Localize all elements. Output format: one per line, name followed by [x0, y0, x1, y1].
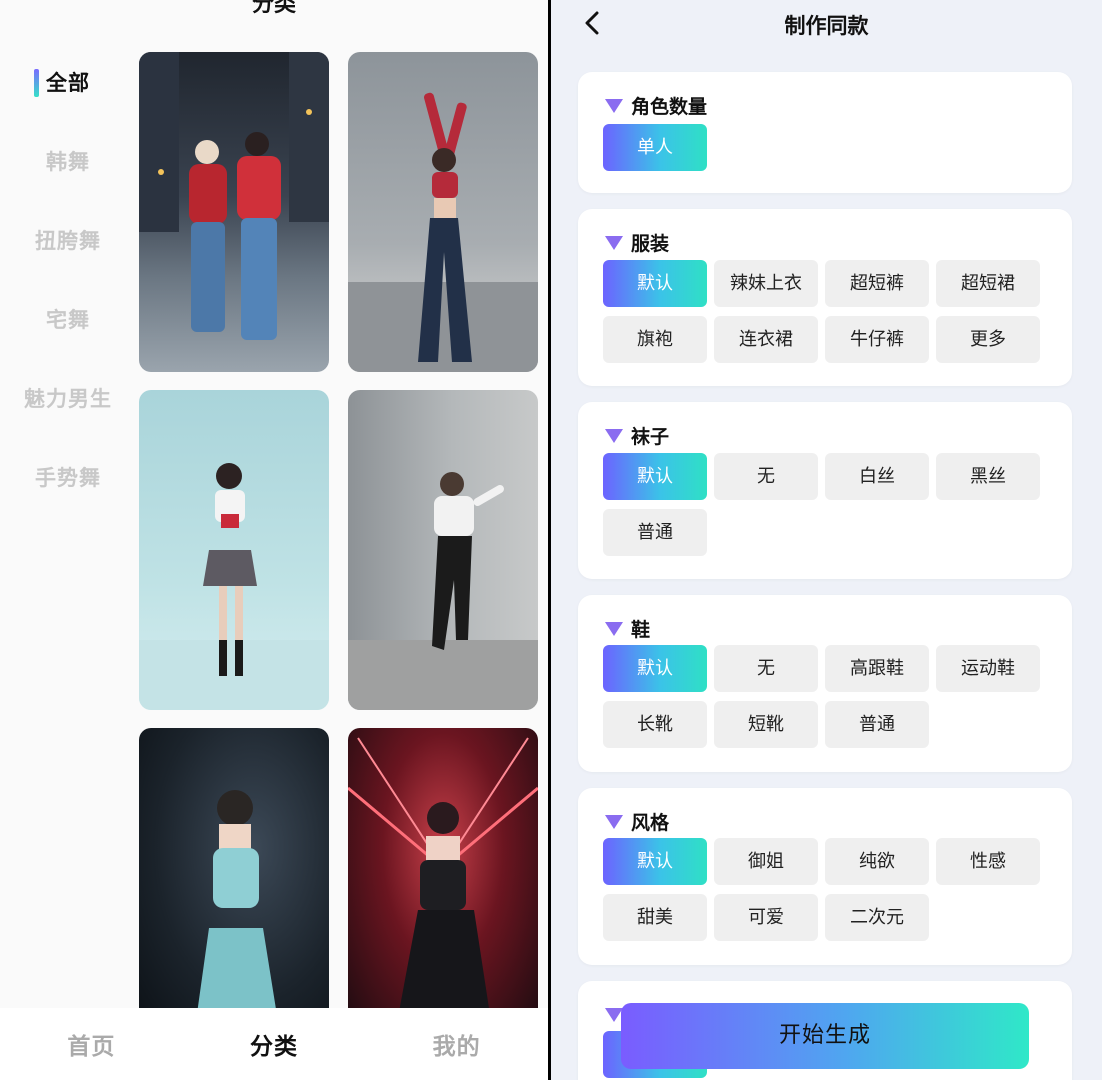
- category-item-kpop[interactable]: 韩舞: [0, 131, 136, 210]
- dance-photo-card[interactable]: [348, 52, 538, 372]
- option-chip[interactable]: 高跟鞋: [825, 645, 929, 692]
- category-item-otaku-dance[interactable]: 宅舞: [0, 289, 136, 368]
- photo-plaid-skirt: [139, 463, 329, 710]
- bottom-navigation: 首页 分类 我的: [0, 1008, 548, 1080]
- option-card-shoes: 鞋 默认 无 高跟鞋 运动鞋 长靴 短靴 普通: [578, 595, 1072, 772]
- option-chip[interactable]: 默认: [603, 838, 707, 885]
- option-chip[interactable]: 默认: [603, 453, 707, 500]
- nav-home[interactable]: 首页: [0, 1027, 183, 1061]
- page-title: 制作同款: [784, 14, 869, 38]
- option-chip[interactable]: 长靴: [603, 701, 707, 748]
- category-item-gesture-dance[interactable]: 手势舞: [0, 447, 136, 526]
- option-chip[interactable]: 超短裙: [936, 260, 1040, 307]
- option-chip[interactable]: 旗袍: [603, 316, 707, 363]
- dance-photo-card[interactable]: [348, 728, 538, 1028]
- triangle-icon: [605, 98, 623, 113]
- nav-category[interactable]: 分类: [183, 1027, 366, 1061]
- option-chip[interactable]: 黑丝: [936, 453, 1040, 500]
- triangle-icon: [605, 621, 623, 636]
- photo-wall-pose: [348, 472, 538, 710]
- photo-cyan-dress: [195, 790, 279, 1028]
- option-card-style: 风格 默认 御姐 纯欲 性感 甜美 可爱 二次元: [578, 788, 1072, 965]
- page-title: 分类: [251, 0, 296, 17]
- dance-photo-card[interactable]: [139, 390, 329, 710]
- option-chip[interactable]: 无: [714, 645, 818, 692]
- photo-arms-up: [348, 92, 538, 372]
- triangle-icon: [605, 814, 623, 829]
- option-card-label: 风格: [631, 812, 670, 834]
- option-card-label: 角色数量: [631, 96, 708, 118]
- category-item-hip-dance[interactable]: 扭胯舞: [0, 210, 136, 289]
- dance-photo-card[interactable]: [348, 390, 538, 710]
- option-chip[interactable]: 超短裤: [825, 260, 929, 307]
- start-generate-button[interactable]: 开始生成: [621, 1003, 1029, 1069]
- option-chip[interactable]: 二次元: [825, 894, 929, 941]
- option-card-label: 鞋: [631, 619, 651, 641]
- option-card-label: 袜子: [631, 426, 670, 448]
- option-chip[interactable]: 纯欲: [825, 838, 929, 885]
- option-chip[interactable]: 甜美: [603, 894, 707, 941]
- option-card-title: 袜子: [605, 422, 669, 449]
- category-item-all[interactable]: 全部: [0, 52, 136, 131]
- option-chip[interactable]: 普通: [603, 509, 707, 556]
- photo-red-stage: [348, 737, 538, 1028]
- option-card-costume: 服装 默认 辣妹上衣 超短裤 超短裙 旗袍 连衣裙 牛仔裤 更多: [578, 209, 1072, 386]
- option-card-title: 风格: [605, 808, 669, 835]
- option-card-title: 服装: [605, 229, 669, 256]
- option-card-character-count: 角色数量 单人: [578, 72, 1072, 193]
- option-chip[interactable]: 辣妹上衣: [714, 260, 818, 307]
- option-chip[interactable]: 运动鞋: [936, 645, 1040, 692]
- triangle-icon: [605, 428, 623, 443]
- category-item-charming-male[interactable]: 魅力男生: [0, 368, 136, 447]
- option-chip[interactable]: 默认: [603, 645, 707, 692]
- nav-mine[interactable]: 我的: [365, 1027, 548, 1061]
- option-chip[interactable]: 性感: [936, 838, 1040, 885]
- option-chip[interactable]: 更多: [936, 316, 1040, 363]
- option-chip[interactable]: 牛仔裤: [825, 316, 929, 363]
- photo-street-duo: [139, 52, 329, 340]
- option-chip[interactable]: 可爱: [714, 894, 818, 941]
- option-chip[interactable]: 普通: [825, 701, 929, 748]
- option-card-title: 鞋: [605, 615, 650, 642]
- option-chip[interactable]: 无: [714, 453, 818, 500]
- dance-photo-card[interactable]: [139, 728, 329, 1028]
- triangle-icon: [605, 235, 623, 250]
- category-screen: 分类 全部 韩舞 扭胯舞 宅舞 魅力男生 手势舞 首页 分类 我的: [0, 0, 548, 1080]
- option-chip[interactable]: 短靴: [714, 701, 818, 748]
- option-chip[interactable]: 单人: [603, 124, 707, 171]
- option-chip[interactable]: 默认: [603, 260, 707, 307]
- option-chip[interactable]: 御姐: [714, 838, 818, 885]
- make-same-screen: 制作同款 角色数量 单人 服装 默认 辣妹上衣 超短裤 超短裙 旗袍 连衣裙 牛…: [551, 0, 1102, 1080]
- dance-photo-card[interactable]: [139, 52, 329, 372]
- option-card-title: 角色数量: [605, 92, 707, 119]
- option-card-label: 服装: [631, 233, 670, 255]
- option-chip[interactable]: 白丝: [825, 453, 929, 500]
- category-list: 全部 韩舞 扭胯舞 宅舞 魅力男生 手势舞: [0, 52, 136, 526]
- option-chip[interactable]: 连衣裙: [714, 316, 818, 363]
- option-card-socks: 袜子 默认 无 白丝 黑丝 普通: [578, 402, 1072, 579]
